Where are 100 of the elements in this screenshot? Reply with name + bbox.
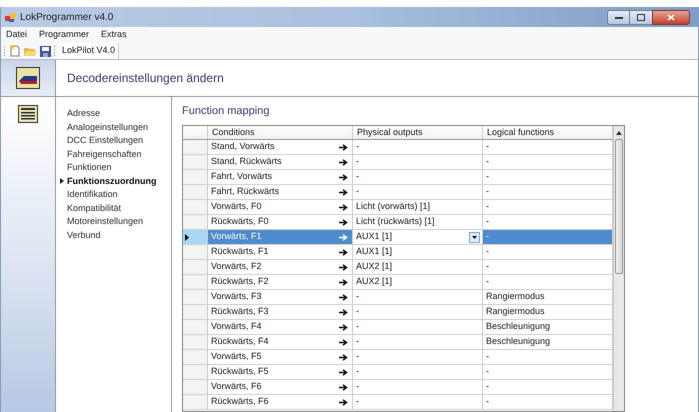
table-cell-text: - (356, 140, 359, 154)
table-cell-text: - (486, 275, 489, 288)
table-cell-text: Vorwärts, F5 (211, 350, 262, 364)
right-arrow-icon (339, 174, 348, 180)
table-cell-text: Stand, Rückwärts (211, 155, 282, 168)
right-arrow-icon (339, 338, 348, 346)
table-cell-text: Vorwärts, F6 (211, 380, 262, 394)
maximize-icon (637, 14, 645, 20)
page-heading: Decodereinstellungen ändern (67, 70, 224, 87)
table-cell-text: Rückwärts, F5 (211, 365, 269, 378)
table-cell-text: - (356, 350, 359, 364)
nav-item[interactable]: Adresse (67, 107, 100, 120)
table-cell-text: - (356, 365, 359, 378)
nav-item[interactable]: Verbund (67, 228, 101, 242)
maximize-button[interactable] (630, 10, 652, 24)
right-arrow-icon (339, 308, 348, 316)
right-arrow-icon (339, 188, 348, 196)
right-arrow-icon (339, 324, 348, 330)
app-icon (5, 12, 16, 22)
menu-item[interactable]: Extras (101, 28, 127, 42)
close-icon (667, 14, 675, 20)
nav-item[interactable]: Identifikation (67, 188, 118, 202)
table-cell-text: AUX1 [1] (356, 245, 392, 258)
table-cell-text: - (486, 395, 489, 408)
table-cell-text: - (486, 230, 489, 244)
nav-item[interactable]: Funktionen (67, 161, 112, 174)
table-cell-text: - (356, 305, 359, 318)
right-arrow-icon (339, 294, 348, 300)
table-cell-text: - (486, 260, 489, 274)
nav-item[interactable]: Kompatibilität (67, 202, 122, 215)
right-arrow-icon (339, 398, 348, 406)
table-cell-text: - (356, 395, 359, 408)
table-cell-text: Beschleunigung (486, 320, 550, 334)
table-cell-text: AUX2 [1] (356, 275, 392, 288)
table-cell-text: - (486, 170, 489, 184)
row-header[interactable] (183, 230, 208, 244)
table-cell-text: - (356, 335, 359, 348)
up-arrow-icon (616, 130, 622, 134)
table-cell-text: - (486, 185, 489, 198)
table-cell-text: - (356, 185, 359, 198)
table-cell-text: Beschleunigung (486, 335, 550, 348)
table-cell-text: Rückwärts, F3 (211, 305, 269, 318)
table-cell-text: Licht (rückwärts) [1] (356, 215, 435, 228)
right-arrow-icon (339, 368, 348, 376)
nav-item[interactable]: DCC Einstellungen (67, 134, 144, 148)
minimize-button[interactable] (607, 10, 630, 24)
nav-item[interactable]: Motoreinstellungen (67, 215, 144, 228)
right-arrow-icon (339, 248, 348, 256)
right-arrow-icon (339, 234, 348, 240)
right-arrow-icon (339, 218, 348, 226)
close-button[interactable] (652, 10, 690, 24)
table-cell-text: Rückwärts, F2 (211, 275, 269, 288)
table-cell-text: Rückwärts, F0 (211, 215, 269, 228)
menu-item[interactable]: Datei (6, 28, 28, 42)
right-arrow-icon (339, 264, 348, 270)
nav-item[interactable]: Fahreigenschaften (67, 148, 142, 161)
minimize-icon (614, 16, 622, 18)
menu-item[interactable]: Programmer (39, 28, 90, 42)
current-row-icon (185, 234, 189, 240)
right-arrow-icon (339, 278, 348, 286)
save-icon[interactable] (40, 46, 51, 56)
column-header[interactable]: Conditions (208, 126, 353, 139)
table-cell-text: Stand, Vorwärts (211, 140, 275, 154)
table-cell-text: Vorwärts, F1 (211, 230, 262, 244)
table-cell-text: - (356, 380, 359, 394)
table-cell-text: Vorwärts, F4 (211, 320, 262, 334)
table-cell-text: - (486, 380, 489, 394)
table-cell-text: Rangiermodus (486, 305, 545, 318)
table-cell-text: Vorwärts, F2 (211, 260, 262, 274)
table-cell-text: - (486, 200, 489, 214)
table-cell-text: - (356, 170, 359, 184)
table-cell-text: Vorwärts, F3 (211, 290, 262, 304)
right-arrow-icon (339, 354, 348, 360)
table-cell-text: - (486, 140, 489, 154)
scrollbar-thumb[interactable] (615, 139, 623, 274)
table-cell-text: Rangiermodus (486, 290, 545, 304)
table-cell-text: - (486, 245, 489, 258)
section-heading: Function mapping (182, 104, 270, 119)
table-cell-text: - (356, 155, 359, 168)
right-arrow-icon (339, 204, 348, 210)
table-cell-text: - (486, 155, 489, 168)
table-cell-text: - (486, 350, 489, 364)
nav-item[interactable]: Analogeinstellungen (67, 120, 148, 134)
table-cell-text: Fahrt, Rückwärts (211, 185, 280, 198)
column-header[interactable]: Physical outputs (353, 126, 483, 139)
document-tab[interactable]: LokPilot V4.0 (59, 43, 120, 59)
nav-item[interactable]: Funktionszuordnung (67, 174, 156, 188)
table-cell-text: Rückwärts, F6 (211, 395, 269, 408)
right-arrow-icon (339, 158, 348, 166)
right-arrow-icon (339, 384, 348, 390)
new-file-icon[interactable] (9, 45, 21, 57)
right-arrow-icon (339, 144, 348, 150)
table-cell-text: Licht (vorwärts) [1] (356, 200, 430, 214)
locomotive-icon (16, 67, 40, 89)
table-cell-text: Fahrt, Vorwärts (211, 170, 272, 184)
table-cell-text: AUX2 [1] (356, 260, 392, 274)
table-cell-text: Rückwärts, F4 (211, 335, 269, 348)
output-dropdown[interactable]: AUX1 [1] (355, 230, 480, 244)
table-cell-text: Vorwärts, F0 (211, 200, 262, 214)
table-cell-text: - (356, 290, 359, 304)
